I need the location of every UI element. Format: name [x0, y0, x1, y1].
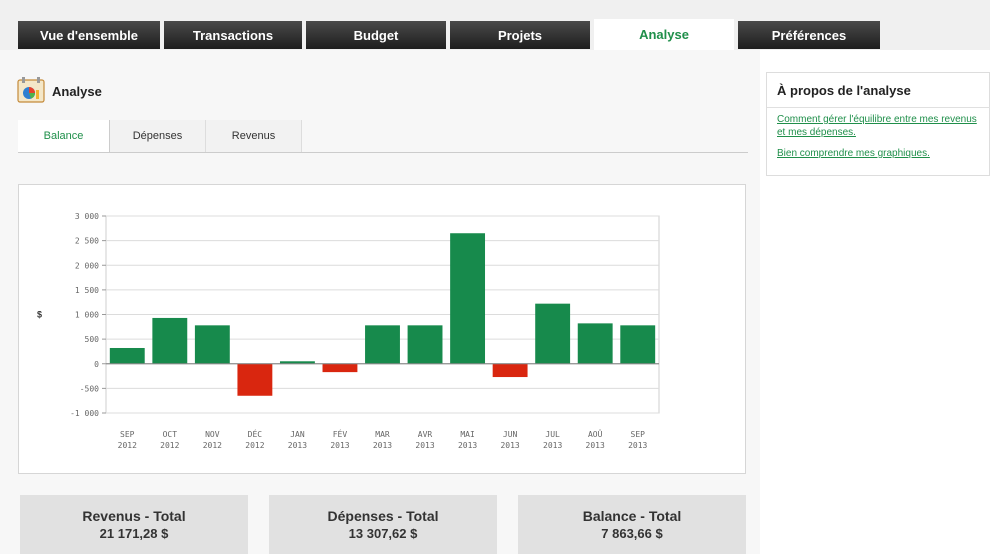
x-tick-label-month: SEP	[120, 430, 135, 439]
bar	[577, 323, 613, 364]
tab-budget[interactable]: Budget	[306, 21, 446, 49]
bar	[450, 233, 486, 364]
bar	[152, 317, 188, 364]
y-tick-label: 2 000	[75, 261, 99, 270]
x-tick-label-month: DÉC	[248, 428, 263, 439]
tab-vue-ensemble[interactable]: Vue d'ensemble	[18, 21, 160, 49]
balance-bar-chart: 3 000 2 500 2 000 1 500 1 000 500 0 -500 -1 000 $…	[37, 212, 660, 450]
subtab-depenses[interactable]: Dépenses	[110, 120, 206, 152]
tab-preferences[interactable]: Préférences	[738, 21, 880, 49]
bar	[109, 347, 145, 364]
y-tick-label: 2 500	[75, 237, 99, 246]
y-tick-label: 500	[85, 335, 100, 344]
y-tick-label: 0	[94, 360, 99, 369]
x-tick-label-year: 2013	[586, 441, 605, 450]
x-tick-label-year: 2013	[330, 441, 349, 450]
x-tick-label-month: MAI	[460, 430, 475, 439]
total-balance-title: Balance - Total	[582, 508, 682, 524]
y-tick-label: 1 500	[75, 286, 99, 295]
bar	[194, 325, 230, 364]
x-tick-label-year: 2013	[500, 441, 519, 450]
x-tick-label-month: OCT	[163, 430, 178, 439]
y-tick-label: -1 000	[70, 409, 99, 418]
bar	[407, 325, 443, 364]
x-tick-label-year: 2013	[373, 441, 392, 450]
sub-tabs: Balance Dépenses Revenus	[18, 120, 748, 153]
x-tick-label-month: MAR	[375, 430, 390, 439]
bar	[365, 325, 400, 364]
bar	[237, 363, 273, 396]
y-tick-label: 1 000	[75, 311, 99, 320]
x-tick-label-year: 2012	[160, 441, 179, 450]
total-balance: Balance - Total 7 863,66 $	[518, 495, 746, 554]
x-tick-label-year: 2013	[415, 441, 434, 450]
x-tick-label-year: 2013	[628, 441, 647, 450]
bar	[492, 363, 528, 378]
x-tick-label-month: FÉV	[333, 428, 348, 439]
y-tick-label: 3 000	[75, 212, 99, 221]
x-tick-label-month: JUN	[503, 430, 518, 439]
total-depenses-value: 13 307,62 $	[348, 526, 418, 541]
x-tick-label-year: 2013	[458, 441, 477, 450]
x-tick-label-month: JAN	[290, 430, 305, 439]
subtab-revenus[interactable]: Revenus	[206, 120, 302, 152]
x-tick-label-year: 2012	[203, 441, 222, 450]
about-divider	[767, 107, 990, 108]
total-revenus-title: Revenus - Total	[82, 508, 186, 524]
total-depenses-title: Dépenses - Total	[327, 508, 439, 524]
total-revenus: Revenus - Total 21 171,28 $	[20, 495, 248, 554]
total-revenus-value: 21 171,28 $	[99, 526, 169, 541]
balance-chart: 3 000 2 500 2 000 1 500 1 000 500 0 -500 -1 000 $…	[18, 184, 746, 474]
top-navigation: Vue d'ensemble Transactions Budget Proje…	[0, 0, 990, 50]
tab-transactions[interactable]: Transactions	[164, 21, 302, 49]
x-tick-label-year: 2013	[288, 441, 307, 450]
analysis-chart-icon	[16, 76, 46, 104]
y-tick-label: -500	[80, 384, 99, 393]
total-depenses: Dépenses - Total 13 307,62 $	[269, 495, 497, 554]
tab-analyse[interactable]: Analyse	[594, 19, 734, 50]
total-balance-value: 7 863,66 $	[601, 526, 663, 541]
x-tick-label-year: 2012	[118, 441, 137, 450]
link-graphiques[interactable]: Bien comprendre mes graphiques.	[777, 147, 982, 160]
x-tick-label-month: AVR	[418, 430, 433, 439]
about-analysis-panel: À propos de l'analyse Comment gérer l'éq…	[766, 72, 990, 176]
tab-projets[interactable]: Projets	[450, 21, 590, 49]
x-tick-label-month: SEP	[631, 430, 646, 439]
y-axis-label: $	[37, 310, 42, 320]
bar	[535, 303, 571, 364]
subtab-balance[interactable]: Balance	[18, 120, 110, 152]
x-tick-label-month: AOÛ	[588, 428, 603, 439]
x-tick-label-month: JUL	[545, 430, 560, 439]
x-tick-label-year: 2013	[543, 441, 562, 450]
bar	[620, 325, 656, 364]
x-tick-label-year: 2012	[245, 441, 264, 450]
page-title: Analyse	[52, 84, 102, 99]
about-title: À propos de l'analyse	[777, 83, 911, 98]
link-equilibre[interactable]: Comment gérer l'équilibre entre mes reve…	[777, 113, 982, 139]
bar	[322, 363, 358, 373]
x-tick-label-month: NOV	[205, 430, 220, 439]
